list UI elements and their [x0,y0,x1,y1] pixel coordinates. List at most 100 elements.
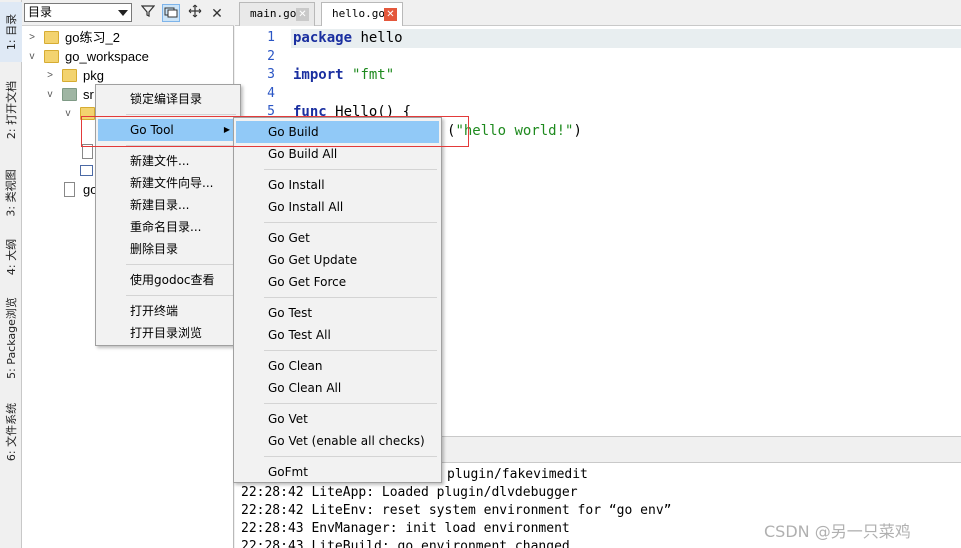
menu-item-label: 使用godoc查看 [130,273,215,287]
close-icon[interactable]: ✕ [384,8,397,21]
chevron-down-icon[interactable]: v [44,85,56,104]
menu-item-label: Go Get [268,231,310,245]
menu-item-label: 新建目录... [130,198,190,212]
menu-item-label: Go Clean All [268,381,342,395]
tab-hello-go[interactable]: hello.go ✕ [321,2,403,27]
menu-separator [264,403,437,404]
menu-item-label: Go Test [268,306,313,320]
go-tool-menu-item[interactable]: Go Test [236,302,439,324]
code-token: package [293,30,353,46]
go-tool-menu-item[interactable]: Go Vet (enable all checks) [236,430,439,452]
folder-icon [44,50,59,63]
project-toolbar: 目录 ✕ [22,0,234,26]
menu-item-label: 新建文件... [130,154,190,168]
side-tab-outline[interactable]: 4: 大纲 [0,230,22,284]
editor-tab-bar: main.go ✕ hello.go ✕ [235,0,961,27]
code-line: package hello [293,30,403,46]
menu-item-label: Go Install All [268,200,344,214]
menu-item-label: 重命名目录... [130,220,202,234]
menu-item-label: Go Clean [268,359,323,373]
menu-item-label: Go Install [268,178,325,192]
menu-item-label: 打开目录浏览 [130,326,203,340]
menu-item-label: 打开终端 [130,304,179,318]
go-tool-menu-item[interactable]: Go Test All [236,324,439,346]
go-tool-menu-item[interactable]: Go Get Force [236,271,439,293]
tree-item[interactable]: > pkg [22,66,234,85]
go-tool-menu-item[interactable]: Go Get Update [236,249,439,271]
menu-item-label: 锁定编译目录 [130,92,203,106]
side-tab-strip: 1: 目录 2: 打开文档 3: 类视图 4: 大纲 5: Package浏览 … [0,0,22,548]
menu-separator [264,222,437,223]
context-menu-item[interactable]: 重命名目录... [98,216,238,238]
code-token: hello [352,30,403,46]
view-selector[interactable]: 目录 [24,3,132,22]
folder-icon [62,69,77,82]
output-line: 22:28:42 LiteApp: Loaded plugin/dlvdebug… [241,485,578,500]
chevron-down-icon [118,10,128,16]
go-tool-menu-item[interactable]: GoFmt [236,461,439,483]
menu-separator [126,295,236,296]
go-tool-menu-item[interactable]: Go Get [236,227,439,249]
context-menu-item[interactable]: 新建目录... [98,194,238,216]
output-line: 22:28:43 LiteBuild: go environment chang… [241,539,570,548]
side-tab-directory[interactable]: 1: 目录 [0,2,22,62]
menu-item-label: GoFmt [268,465,308,479]
context-menu-item[interactable]: 锁定编译目录 [98,88,238,110]
side-tab-package-browser[interactable]: 5: Package浏览 [0,288,22,388]
context-menu-item[interactable]: 新建文件... [98,150,238,172]
go-tool-menu-item[interactable]: Go Clean [236,355,439,377]
go-tool-menu-item[interactable]: Go Install [236,174,439,196]
menu-item-label: Go Build All [268,147,338,161]
watermark: CSDN @另一只菜鸡 [764,522,911,541]
tab-main-go[interactable]: main.go ✕ [239,2,315,26]
menu-item-label: Go Get Force [268,275,347,289]
folder-icon [62,88,77,101]
go-tool-menu-item[interactable]: Go Install All [236,196,439,218]
menu-separator [264,350,437,351]
output-line: 22:28:43 EnvManager: init load environme… [241,521,570,536]
side-tab-filesystem[interactable]: 6: 文件系统 [0,392,22,472]
go-tool-menu-item[interactable]: Go Vet [236,408,439,430]
menu-item-label: 新建文件向导... [130,176,214,190]
context-menu-item[interactable]: 打开目录浏览 [98,322,238,344]
line-number: 3 [267,67,275,82]
line-number: 4 [267,85,275,101]
menu-separator [264,297,437,298]
context-menu-item[interactable]: 使用godoc查看 [98,269,238,291]
side-tab-class-view[interactable]: 3: 类视图 [0,160,22,226]
line-number: 2 [267,48,275,64]
go-tool-submenu: Go Build Go Build All Go Install Go Install… [233,117,442,483]
chevron-down-icon[interactable]: v [62,104,74,123]
annotation-highlight-box [81,116,469,147]
close-icon[interactable]: ✕ [208,4,226,22]
sync-editor-icon[interactable] [162,4,180,22]
menu-separator [126,264,236,265]
tree-item[interactable]: > go练习_2 [22,28,234,47]
tree-item[interactable]: v go_workspace [22,47,234,66]
code-line: import "fmt" [293,67,394,83]
file-icon [64,182,75,197]
menu-separator [264,456,437,457]
go-tool-menu-item[interactable]: Go Clean All [236,377,439,399]
menu-item-label: 删除目录 [130,242,179,256]
filter-icon[interactable] [139,4,157,22]
code-token: "fmt" [352,67,395,83]
menu-item-label: Go Vet (enable all checks) [268,434,425,448]
chevron-right-icon[interactable]: > [26,28,38,47]
menu-separator [264,169,437,170]
context-menu-item[interactable]: 删除目录 [98,238,238,260]
chevron-down-icon[interactable]: v [26,47,38,66]
folder-icon [44,31,59,44]
menu-separator [126,114,236,115]
code-token: import [293,67,344,83]
output-line: 22:28:42 LiteEnv: reset system environme… [241,503,672,518]
context-menu-item[interactable]: 打开终端 [98,300,238,322]
locate-icon[interactable] [186,4,204,22]
chevron-right-icon[interactable]: > [44,66,56,85]
context-menu-item[interactable]: 新建文件向导... [98,172,238,194]
output-line: plugin/fakevimedit [447,467,588,482]
side-tab-open-docs[interactable]: 2: 打开文档 [0,66,22,154]
close-icon[interactable]: ✕ [296,8,309,21]
menu-item-label: Go Test All [268,328,331,342]
